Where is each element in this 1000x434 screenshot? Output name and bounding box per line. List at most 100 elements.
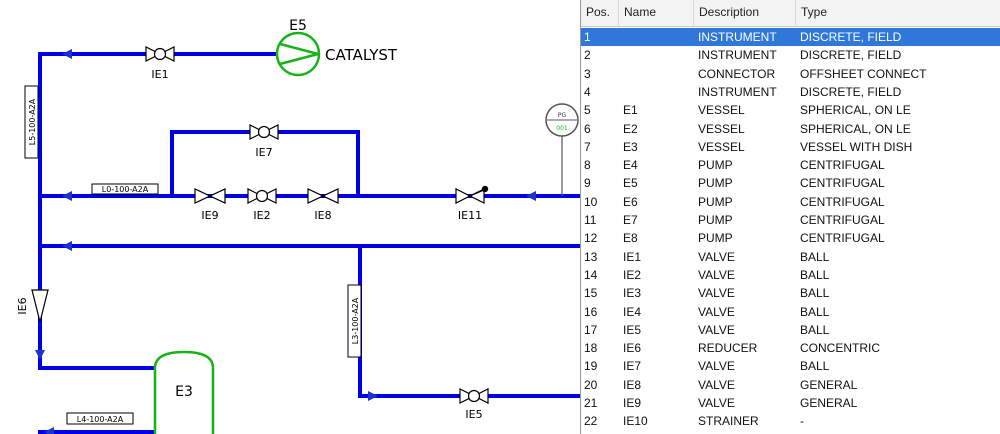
table-row[interactable]: 20 IE8 VALVE GENERAL: [581, 376, 1000, 394]
line-tag-l3: L3-100-A2A: [351, 297, 360, 344]
pid-drawing: E5 CATALYST E3 IE1 IE7 IE9 IE2 IE8 IE11 …: [16, 18, 580, 434]
cell-name: IE7: [623, 359, 642, 374]
label-ie8: IE8: [314, 209, 331, 222]
flow-arrow-icon: [62, 241, 72, 251]
flow-arrow-icon: [526, 191, 536, 201]
cell-pos: 12: [584, 231, 598, 246]
cell-name: IE10: [623, 414, 648, 429]
cell-type: BALL: [800, 322, 830, 337]
column-header-name[interactable]: Name: [619, 0, 694, 26]
gate-valve-icon[interactable]: [307, 188, 339, 204]
cell-name: E8: [623, 231, 638, 246]
cell-type: BALL: [800, 304, 830, 319]
table-row[interactable]: 10 E6 PUMP CENTRIFUGAL: [581, 193, 1000, 211]
table-row[interactable]: 8 E4 PUMP CENTRIFUGAL: [581, 156, 1000, 174]
component-list-panel[interactable]: Pos. Name Description Type 1 INSTRUMENT DI…: [580, 0, 1000, 434]
cell-name: IE4: [623, 304, 642, 319]
cell-pos: 2: [584, 48, 591, 63]
table-row[interactable]: 7 E3 VESSEL VESSEL WITH DISH: [581, 138, 1000, 156]
cell-pos: 13: [584, 249, 598, 264]
cell-description: REDUCER: [698, 341, 758, 356]
ball-valve-icon[interactable]: [247, 188, 277, 204]
cell-name: E7: [623, 213, 638, 227]
cell-pos: 1: [584, 30, 591, 44]
line-tag-l0: L0-100-A2A: [102, 185, 149, 194]
ball-valve-icon[interactable]: [249, 124, 279, 140]
cell-type: CENTRIFUGAL: [800, 231, 885, 246]
label-ie11: IE11: [458, 209, 482, 222]
label-ie5: IE5: [465, 408, 482, 421]
cell-type: CENTRIFUGAL: [800, 176, 885, 191]
cell-pos: 10: [584, 194, 598, 209]
flow-arrow-icon: [368, 391, 378, 401]
cell-type: BALL: [800, 267, 830, 282]
cell-name: [623, 28, 693, 46]
cell-description: PUMP: [698, 158, 733, 173]
grid-header: Pos. Name Description Type: [581, 0, 1000, 27]
cell-name: E4: [623, 158, 638, 173]
cell-name: [623, 46, 693, 64]
table-row[interactable]: 1 INSTRUMENT DISCRETE, FIELD: [581, 28, 1000, 46]
pump-e5[interactable]: [275, 31, 321, 77]
cell-type: DISCRETE, FIELD: [800, 84, 902, 99]
pid-canvas[interactable]: E5 CATALYST E3 IE1 IE7 IE9 IE2 IE8 IE11 …: [0, 0, 580, 434]
diagram-labels: E5 CATALYST E3 IE1 IE7 IE9 IE2 IE8 IE11 …: [16, 18, 568, 424]
flow-arrows: [35, 49, 536, 434]
cell-type: CENTRIFUGAL: [800, 194, 885, 209]
cell-type: BALL: [800, 249, 830, 264]
table-row[interactable]: 16 IE4 VALVE BALL: [581, 303, 1000, 321]
flow-arrow-icon: [62, 49, 72, 59]
gate-valve-icon[interactable]: [194, 188, 226, 204]
cell-pos: 3: [584, 66, 591, 81]
table-row[interactable]: 15 IE3 VALVE BALL: [581, 284, 1000, 302]
ball-valve-icon[interactable]: [459, 388, 489, 404]
table-row[interactable]: 2 INSTRUMENT DISCRETE, FIELD: [581, 46, 1000, 64]
cell-name: E6: [623, 194, 638, 209]
table-row[interactable]: 3 CONNECTOR OFFSHEET CONNECT: [581, 65, 1000, 83]
table-row[interactable]: 6 E2 VESSEL SPHERICAL, ON LE: [581, 120, 1000, 138]
cell-pos: 19: [584, 359, 598, 374]
cell-description: STRAINER: [698, 414, 759, 429]
table-row[interactable]: 4 INSTRUMENT DISCRETE, FIELD: [581, 83, 1000, 101]
label-ie6: IE6: [16, 297, 29, 314]
cell-pos: 18: [584, 341, 598, 356]
reducer-icon[interactable]: [31, 289, 49, 323]
table-row[interactable]: 5 E1 VESSEL SPHERICAL, ON LE: [581, 101, 1000, 119]
label-catalyst: CATALYST: [325, 46, 398, 64]
cell-type: SPHERICAL, ON LE: [800, 103, 911, 118]
table-row[interactable]: 17 IE5 VALVE BALL: [581, 321, 1000, 339]
pump-icon: [275, 31, 321, 77]
gate-valve-icon[interactable]: [455, 185, 489, 204]
ball-valve-icon[interactable]: [145, 46, 175, 62]
cell-name: [623, 83, 693, 101]
table-row[interactable]: 22 IE10 STRAINER -: [581, 412, 1000, 430]
label-ie7: IE7: [255, 146, 272, 159]
table-row[interactable]: 12 E8 PUMP CENTRIFUGAL: [581, 229, 1000, 247]
table-row[interactable]: 11 E7 PUMP CENTRIFUGAL: [581, 211, 1000, 229]
table-row[interactable]: 9 E5 PUMP CENTRIFUGAL: [581, 174, 1000, 192]
table-row[interactable]: 14 IE2 VALVE BALL: [581, 266, 1000, 284]
gauge-tag-bottom: 001: [556, 125, 568, 132]
cell-pos: 20: [584, 377, 598, 392]
cell-name: IE2: [623, 267, 642, 282]
cell-type: DISCRETE, FIELD: [800, 30, 902, 44]
cell-pos: 5: [584, 103, 591, 118]
cell-type: DISCRETE, FIELD: [800, 48, 902, 63]
cell-name: E1: [623, 103, 638, 118]
table-row[interactable]: 18 IE6 REDUCER CONCENTRIC: [581, 339, 1000, 357]
column-header-type[interactable]: Type: [796, 0, 1000, 26]
column-header-description[interactable]: Description: [694, 0, 796, 26]
table-row[interactable]: 13 IE1 VALVE BALL: [581, 248, 1000, 266]
cell-type: BALL: [800, 359, 830, 374]
table-row[interactable]: 21 IE9 VALVE GENERAL: [581, 394, 1000, 412]
cell-name: IE1: [623, 249, 642, 264]
cell-description: VALVE: [698, 322, 735, 337]
column-header-pos[interactable]: Pos.: [581, 0, 619, 26]
cell-type: CONCENTRIC: [800, 341, 880, 356]
cell-pos: 21: [584, 396, 598, 410]
cell-pos: 7: [584, 139, 591, 154]
table-row[interactable]: 19 IE7 VALVE BALL: [581, 357, 1000, 375]
cell-pos: 6: [584, 121, 591, 136]
cell-type: -: [800, 414, 804, 429]
cell-pos: 14: [584, 267, 598, 282]
